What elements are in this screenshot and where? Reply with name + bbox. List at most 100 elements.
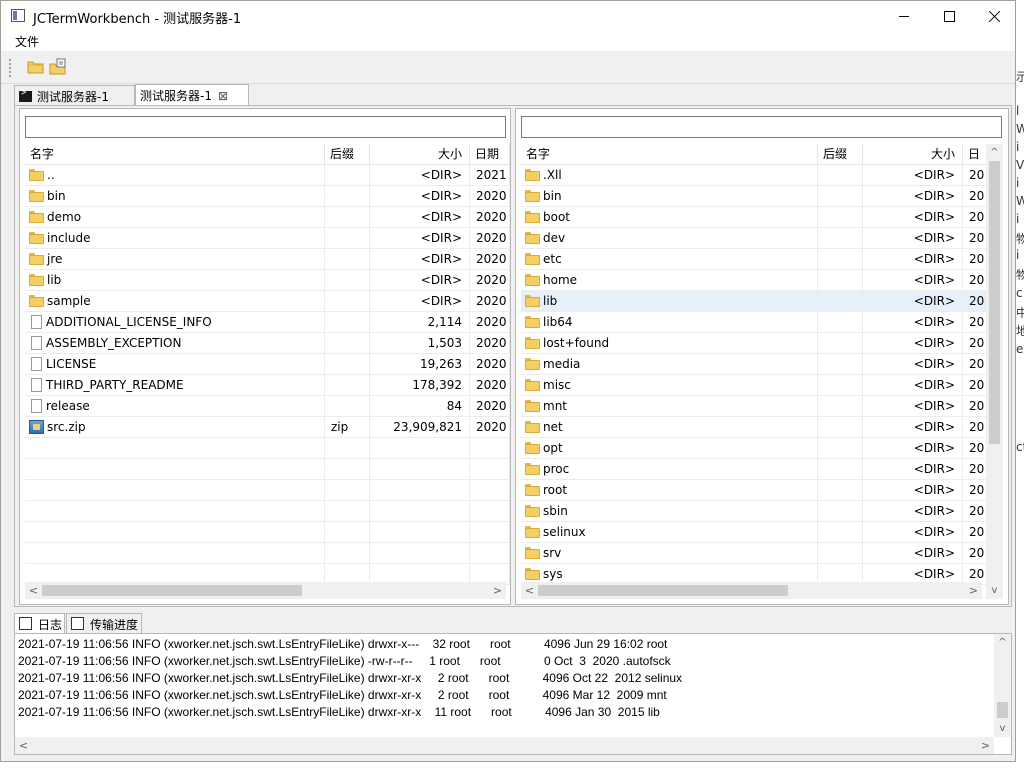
- scroll-up-icon[interactable]: ^: [994, 634, 1011, 651]
- toolbar-grip-icon[interactable]: [9, 59, 11, 77]
- tab-close-icon[interactable]: ⊠: [218, 89, 228, 103]
- tab-label: 日志: [38, 618, 63, 632]
- file-name-cell: .Xll: [521, 165, 818, 186]
- file-ext-cell: [818, 501, 863, 522]
- horizontal-scrollbar[interactable]: < >: [521, 582, 982, 599]
- file-name-cell: bin: [25, 186, 325, 207]
- scroll-down-icon[interactable]: v: [986, 582, 1003, 599]
- file-name-cell: ASSEMBLY_EXCEPTION: [25, 333, 325, 354]
- column-header-ext[interactable]: 后缀: [325, 144, 370, 165]
- file-ext-cell: [325, 522, 370, 543]
- scroll-thumb[interactable]: [538, 585, 788, 596]
- file-name: media: [543, 357, 581, 371]
- vertical-scrollbar[interactable]: ^ v: [986, 144, 1003, 599]
- file-name: home: [543, 273, 578, 287]
- file-name-cell: include: [25, 228, 325, 249]
- column-header-size[interactable]: 大小: [863, 144, 963, 165]
- file-name-cell: [25, 543, 325, 564]
- file-size-cell: [370, 501, 470, 522]
- horizontal-scrollbar[interactable]: < >: [15, 737, 994, 754]
- file-size-cell: <DIR>: [863, 375, 963, 396]
- menu-file[interactable]: 文件: [15, 33, 39, 50]
- scroll-down-icon[interactable]: v: [994, 720, 1011, 737]
- background-text: W: [1016, 194, 1024, 208]
- file-name: srv: [543, 546, 562, 560]
- maximize-button[interactable]: [926, 1, 972, 31]
- column-header-name[interactable]: 名字: [521, 144, 818, 165]
- scroll-thumb[interactable]: [42, 585, 302, 596]
- window-title: JCTermWorkbench - 测试服务器-1: [33, 12, 242, 27]
- column-header-name[interactable]: 名字: [25, 144, 325, 165]
- file-date-cell: 20: [963, 186, 987, 207]
- file-date-cell: 20: [963, 375, 987, 396]
- tab-log[interactable]: 日志: [14, 613, 65, 633]
- file-size-cell: <DIR>: [863, 543, 963, 564]
- file-size-cell: <DIR>: [863, 480, 963, 501]
- file-name: lib: [543, 294, 558, 308]
- file-date-cell: 20: [963, 207, 987, 228]
- column-header-size[interactable]: 大小: [370, 144, 470, 165]
- file-ext-cell: [818, 354, 863, 375]
- remote-file-pane: 名字 后缀 大小 日 .Xll <DIR> 20 bin <DIR> 20 boot <DIR…: [515, 108, 1009, 605]
- folder-icon: [525, 190, 540, 202]
- remote-path-input[interactable]: [521, 116, 1002, 138]
- file-name-cell: release: [25, 396, 325, 417]
- file-name-cell: [25, 480, 325, 501]
- file-name: ASSEMBLY_EXCEPTION: [46, 336, 182, 350]
- background-text: i: [1016, 176, 1020, 190]
- scroll-left-icon[interactable]: <: [521, 582, 538, 599]
- scroll-thumb[interactable]: [997, 702, 1008, 718]
- tab-session-2[interactable]: 测试服务器-1 ⊠: [135, 84, 249, 105]
- file-name-cell: [25, 501, 325, 522]
- file-name: .Xll: [543, 168, 562, 182]
- title-bar[interactable]: JCTermWorkbench - 测试服务器-1: [1, 1, 1015, 31]
- file-size-cell: 1,503: [370, 333, 470, 354]
- scroll-right-icon[interactable]: >: [977, 737, 994, 754]
- tab-session-1[interactable]: 测试服务器-1: [14, 85, 135, 105]
- file-ext-cell: [818, 207, 863, 228]
- scroll-left-icon[interactable]: <: [25, 582, 42, 599]
- scroll-right-icon[interactable]: >: [965, 582, 982, 599]
- scroll-up-icon[interactable]: ^: [986, 144, 1003, 161]
- file-name-cell: THIRD_PARTY_README: [25, 375, 325, 396]
- folder-icon: [525, 232, 540, 244]
- scroll-right-icon[interactable]: >: [489, 582, 506, 599]
- file-size-cell: <DIR>: [370, 207, 470, 228]
- log-panel[interactable]: 2021-07-19 11:06:56 INFO (xworker.net.js…: [14, 633, 1012, 755]
- file-ext-cell: [325, 333, 370, 354]
- folder-icon: [525, 463, 540, 475]
- file-size-cell: 178,392: [370, 375, 470, 396]
- file-date-cell: [470, 501, 510, 522]
- horizontal-scrollbar[interactable]: < >: [25, 582, 506, 599]
- file-date-cell: 2020: [470, 375, 510, 396]
- file-name: release: [46, 399, 90, 413]
- vertical-scrollbar[interactable]: ^ v: [994, 634, 1011, 737]
- file-size-cell: <DIR>: [863, 438, 963, 459]
- file-name-cell: net: [521, 417, 818, 438]
- column-header-date[interactable]: 日期: [470, 144, 510, 165]
- folder-icon: [29, 295, 44, 307]
- tab-transfer-progress[interactable]: 传输进度: [66, 613, 142, 633]
- upload-button[interactable]: [48, 57, 68, 77]
- file-ext-cell: [818, 249, 863, 270]
- minimize-button[interactable]: [881, 1, 927, 31]
- file-date-cell: 20: [963, 354, 987, 375]
- file-size-cell: 2,114: [370, 312, 470, 333]
- scroll-left-icon[interactable]: <: [15, 737, 32, 754]
- file-date-cell: 2020: [470, 354, 510, 375]
- file-date-cell: 2020: [470, 249, 510, 270]
- column-header-ext[interactable]: 后缀: [818, 144, 863, 165]
- file-ext-cell: [325, 291, 370, 312]
- file-size-cell: <DIR>: [863, 270, 963, 291]
- open-folder-button[interactable]: [26, 57, 46, 77]
- close-button[interactable]: [971, 1, 1015, 31]
- file-name: boot: [543, 210, 571, 224]
- file-name-cell: lost+found: [521, 333, 818, 354]
- file-name-cell: jre: [25, 249, 325, 270]
- scroll-thumb[interactable]: [989, 161, 1000, 444]
- column-header-date[interactable]: 日: [963, 144, 987, 165]
- file-ext-cell: [818, 333, 863, 354]
- file-size-cell: [370, 480, 470, 501]
- file-size-cell: <DIR>: [863, 354, 963, 375]
- local-path-input[interactable]: [25, 116, 506, 138]
